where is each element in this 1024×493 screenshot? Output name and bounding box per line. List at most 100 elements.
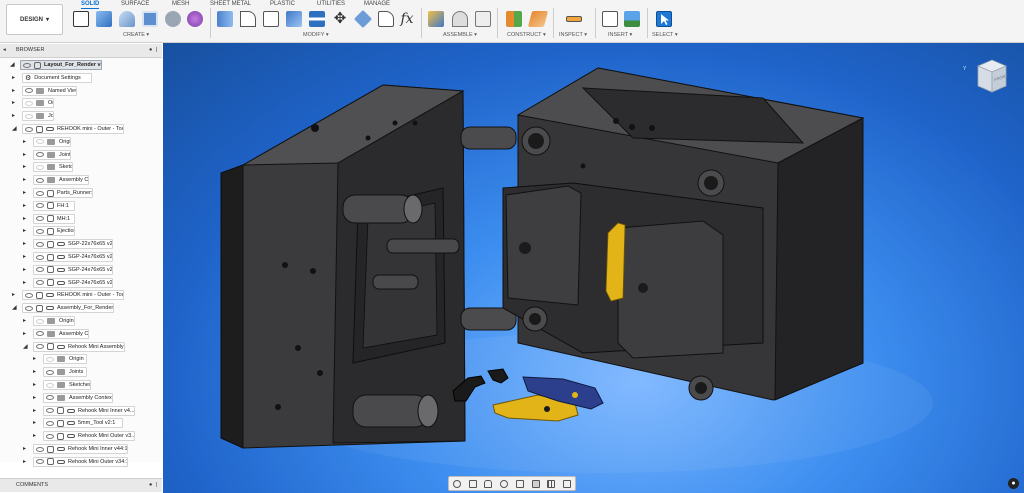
expanded-arrow-icon[interactable]: ◢ [23, 343, 28, 350]
tab-mesh[interactable]: MESH [172, 0, 189, 8]
browser-item[interactable]: ▸ Origin [0, 315, 162, 327]
joint-icon[interactable] [452, 11, 468, 27]
browser-item-node[interactable]: Parts_Runner:1 [33, 188, 93, 198]
visibility-eye-icon[interactable] [36, 446, 44, 452]
browser-item-node[interactable]: REHOOK mini - Outer - Tool_... [22, 290, 124, 301]
browser-item-node[interactable]: Joints [33, 149, 71, 160]
browser-item-node[interactable]: MH:1 [33, 213, 75, 224]
browser-item[interactable]: ▸ Joints [0, 149, 162, 161]
browser-item[interactable]: ▸ Assembly Contexts [0, 328, 162, 340]
press-pull-icon[interactable] [217, 11, 233, 27]
browser-item-node[interactable]: Joints [43, 367, 87, 378]
visibility-eye-icon[interactable] [46, 356, 54, 362]
browser-item-node[interactable]: Layout_For_Render v3 [20, 60, 102, 70]
browser-item-node[interactable]: Ejection:1 [33, 226, 75, 237]
orbit-icon[interactable] [452, 479, 461, 488]
collapsed-arrow-icon[interactable]: ▸ [33, 355, 36, 362]
extrude-icon[interactable] [96, 11, 112, 27]
assemble-group-label[interactable]: ASSEMBLE ▾ [443, 32, 477, 38]
browser-item[interactable]: ▸ FH:1 [0, 200, 162, 212]
collapsed-arrow-icon[interactable]: ▸ [33, 419, 36, 426]
look-at-icon[interactable] [468, 479, 477, 488]
browser-item[interactable]: ▸ REHOOK mini - Outer - Tool_... [0, 289, 162, 301]
visibility-eye-icon[interactable] [25, 88, 33, 94]
browser-item-node[interactable]: Rehook Mini Inner v44:1 [33, 444, 128, 454]
collapsed-arrow-icon[interactable]: ▸ [23, 458, 26, 465]
comments-panel[interactable]: COMMENTS ● | [0, 478, 162, 492]
expand-panel-icon[interactable]: | [156, 479, 157, 492]
browser-item[interactable]: ▸ Rehook Mini Outer v34:1 [0, 456, 162, 468]
visibility-eye-icon[interactable] [46, 382, 54, 388]
modify-group-label[interactable]: MODIFY ▾ [303, 32, 329, 38]
browser-item[interactable]: ◢ Layout_For_Render v3 [0, 59, 162, 71]
expanded-arrow-icon[interactable]: ◢ [12, 125, 17, 132]
collapsed-arrow-icon[interactable]: ▸ [12, 99, 15, 106]
browser-item-node[interactable]: Joints [22, 111, 54, 122]
offset-plane-icon[interactable] [506, 11, 522, 27]
visibility-eye-icon[interactable] [36, 152, 44, 158]
parameters-icon[interactable]: fx [399, 11, 415, 27]
collapsed-arrow-icon[interactable]: ▸ [23, 163, 26, 170]
browser-item[interactable]: ▸ SGP-24x76x65 v2:1 [0, 251, 162, 263]
visibility-eye-icon[interactable] [36, 280, 44, 286]
browser-item-node[interactable]: Rehook Mini Inner v4... [43, 405, 135, 416]
browser-item-node[interactable]: FH:1 [33, 200, 75, 211]
view-cube[interactable]: FRONT Y [963, 56, 1012, 103]
move-icon[interactable]: ✥ [332, 11, 348, 27]
browser-item[interactable]: ▸ Origin [0, 136, 162, 148]
visibility-eye-icon[interactable] [36, 318, 44, 324]
visibility-eye-icon[interactable] [46, 395, 54, 401]
browser-item-node[interactable]: Assembly Contexts [33, 175, 89, 186]
notification-icon[interactable]: ● [1008, 478, 1019, 489]
browser-item[interactable]: ▸ Sketches [0, 161, 162, 173]
visibility-eye-icon[interactable] [23, 62, 31, 68]
visibility-eye-icon[interactable] [36, 216, 44, 222]
browser-item[interactable]: ▸ Origin [0, 353, 162, 365]
browser-item[interactable]: ▸ Rehook Mini Outer v3... [0, 430, 162, 442]
browser-item-node[interactable]: Assembly Contexts [33, 328, 89, 339]
browser-item[interactable]: ▸ Joints [0, 110, 162, 122]
create-group-label[interactable]: CREATE ▾ [123, 32, 149, 38]
browser-item[interactable]: ▸ Assembly Contexts [0, 392, 162, 404]
tab-utilities[interactable]: UTILITIES [317, 0, 345, 8]
browser-item[interactable]: ▸ SGP-24x76x65 v2:3 [0, 277, 162, 289]
collapsed-arrow-icon[interactable]: ▸ [12, 291, 15, 298]
grid-settings-icon[interactable] [547, 479, 556, 488]
workspace-switcher[interactable]: DESIGN ▾ [6, 4, 63, 35]
select-arrow-icon[interactable] [656, 11, 672, 27]
browser-item[interactable]: ▸ Parts_Runner:1 [0, 187, 162, 199]
select-group-label[interactable]: SELECT ▾ [652, 32, 678, 38]
hole-icon[interactable] [142, 11, 158, 27]
browser-item-node[interactable]: Rehook Mini Assembly v... [33, 341, 125, 352]
collapsed-arrow-icon[interactable]: ▸ [33, 381, 36, 388]
visibility-eye-icon[interactable] [36, 331, 44, 337]
shell-icon[interactable] [286, 11, 302, 27]
split-body-icon[interactable] [309, 11, 325, 27]
collapsed-arrow-icon[interactable]: ▸ [23, 330, 26, 337]
tab-manage[interactable]: MANAGE [364, 0, 390, 8]
insert-canvas-icon[interactable] [624, 11, 640, 27]
zoom-window-icon[interactable] [515, 479, 524, 488]
browser-item-node[interactable]: ⚙ Document Settings [22, 72, 92, 83]
browser-item[interactable]: ▸ 5mm_Tool v2:1 [0, 417, 162, 429]
form-icon[interactable] [187, 11, 203, 27]
visibility-eye-icon[interactable] [46, 433, 54, 439]
browser-item-node[interactable]: Origin [33, 316, 75, 326]
browser-item-node[interactable]: Rehook Mini Outer v3... [43, 431, 135, 442]
browser-item[interactable]: ▸ Assembly Contexts [0, 174, 162, 186]
visibility-eye-icon[interactable] [36, 241, 44, 247]
insert-group-label[interactable]: INSERT ▾ [608, 32, 632, 38]
browser-item-node[interactable]: Assembly Contexts [43, 392, 113, 403]
visibility-eye-icon[interactable] [46, 420, 54, 426]
browser-item[interactable]: ▸ Origin [0, 97, 162, 109]
visibility-eye-icon[interactable] [36, 190, 44, 196]
plane-at-angle-icon[interactable] [527, 11, 549, 27]
browser-item-node[interactable]: SGP-24x76x65 v2:3 [33, 277, 113, 288]
collapsed-arrow-icon[interactable]: ▸ [12, 74, 15, 81]
visibility-eye-icon[interactable] [25, 292, 33, 298]
visibility-eye-icon[interactable] [36, 267, 44, 273]
browser-item-node[interactable]: SGP-22x76x65 v2:1 [33, 239, 113, 250]
browser-item-node[interactable]: REHOOK mini - Outer - Tool_... [22, 124, 124, 134]
collapsed-arrow-icon[interactable]: ▸ [33, 394, 36, 401]
browser-header[interactable]: ◂ BROWSER ● | [0, 44, 162, 58]
